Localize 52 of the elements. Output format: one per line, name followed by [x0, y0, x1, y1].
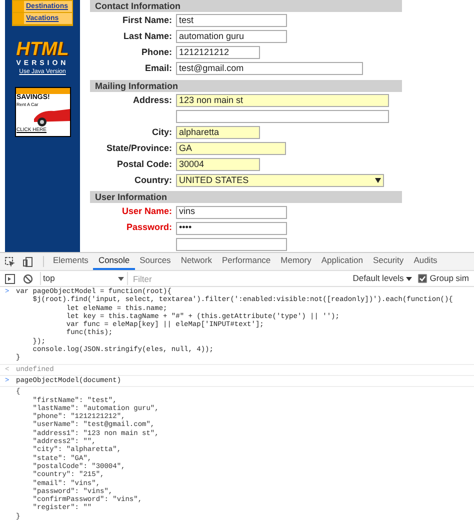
field-label: First Name:	[122, 15, 172, 26]
field-label: Postal Code:	[116, 158, 172, 169]
checkbox-label: Group sim	[430, 272, 470, 285]
section-header: Mailing Information	[90, 80, 402, 92]
field-label: City:	[152, 126, 172, 137]
caret-icon	[406, 276, 412, 280]
sidebar-toggle-icon[interactable]	[5, 274, 15, 284]
context-dropdown[interactable]: top	[40, 272, 128, 285]
devtools-tab[interactable]: Application	[316, 253, 368, 270]
caret-icon	[375, 178, 381, 183]
field-label: User Name:	[122, 206, 172, 216]
levels-dropdown[interactable]: Default levels	[352, 272, 412, 285]
field-label: State/Province:	[106, 142, 172, 153]
caret-icon	[118, 276, 124, 280]
nav-bullet-icon	[13, 13, 24, 24]
devtools-tab[interactable]: Performance	[217, 253, 276, 270]
section-header: Contact Information	[90, 0, 402, 12]
section-header: User Information	[90, 191, 402, 204]
logo-title: HTML	[16, 40, 69, 60]
field-label: Email:	[144, 62, 172, 73]
password-field[interactable]: ••••	[176, 222, 287, 235]
clear-console-icon[interactable]	[23, 274, 33, 284]
nav-bullet-icon	[13, 1, 24, 12]
input-field[interactable]: 123 non main st	[176, 94, 389, 108]
field-label: Password:	[126, 222, 172, 232]
input-field[interactable]: test@gmail.com	[176, 62, 363, 76]
input-field[interactable]: alpharetta	[176, 126, 260, 139]
devtools-tab[interactable]: Elements	[48, 253, 94, 270]
field-label: Phone:	[142, 47, 172, 58]
devtools-tab[interactable]: Network	[176, 253, 217, 270]
input-field[interactable]: 1212121212	[176, 46, 260, 60]
input-field[interactable]: GA	[176, 142, 286, 155]
field-label: Address:	[132, 94, 172, 105]
field-label: Country:	[134, 174, 172, 184]
input-field[interactable]	[176, 238, 287, 251]
device-icon[interactable]	[23, 256, 33, 266]
devtools-tab[interactable]: Sources	[134, 253, 176, 270]
car-drawing	[34, 109, 70, 126]
devtools-tab[interactable]: Memory	[276, 253, 316, 270]
group-similar-checkbox[interactable]	[418, 274, 427, 283]
inspect-icon[interactable]	[5, 256, 15, 266]
devtools-tab[interactable]: Console	[93, 253, 135, 270]
input-field[interactable]: 30004	[176, 158, 260, 171]
check-icon	[418, 275, 426, 282]
input-field[interactable]: test	[176, 14, 287, 28]
devtools-tab[interactable]: Audits	[408, 253, 442, 270]
devtools-tab[interactable]: Security	[368, 253, 409, 270]
input-field[interactable]: vins	[176, 206, 287, 219]
field-label: Last Name:	[123, 31, 172, 42]
country-dropdown[interactable]: UNITED STATES	[176, 174, 384, 187]
input-field[interactable]: automation guru	[176, 30, 287, 44]
input-field[interactable]	[176, 110, 389, 124]
